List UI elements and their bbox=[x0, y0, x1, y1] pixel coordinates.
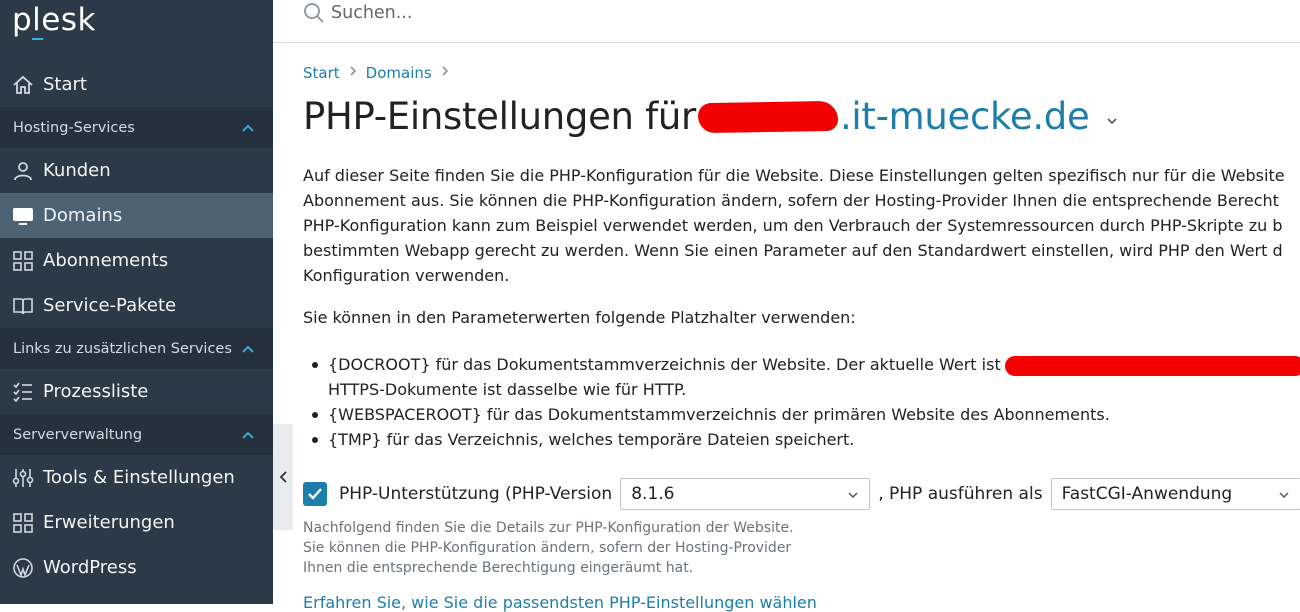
sidebar-item-abonnements[interactable]: Abonnements bbox=[0, 238, 273, 283]
sidebar-item-prozessliste[interactable]: Prozessliste bbox=[0, 369, 273, 414]
list-check-icon bbox=[12, 381, 34, 403]
help-line: Ihnen die entsprechende Berechtigung ein… bbox=[303, 560, 694, 576]
sidebar: plesk Start Hosting-Services Kunden Doma… bbox=[0, 0, 273, 604]
chevron-up-icon bbox=[242, 124, 254, 132]
chevron-down-icon bbox=[848, 492, 858, 499]
book-icon bbox=[12, 295, 34, 317]
monitor-icon bbox=[12, 205, 34, 227]
section-label: Serververwaltung bbox=[13, 426, 143, 443]
chevron-left-icon bbox=[279, 471, 287, 483]
help-line: Nachfolgend finden Sie die Details zur P… bbox=[303, 520, 794, 536]
extensions-icon bbox=[12, 512, 34, 534]
sidebar-item-label: Start bbox=[43, 74, 87, 95]
bullet-dot bbox=[312, 412, 318, 418]
php-handler-value: FastCGI-Anwendung bbox=[1061, 484, 1233, 504]
description-line: PHP-Konfiguration kann zum Beispiel verw… bbox=[303, 216, 1283, 235]
chevron-right-icon bbox=[441, 65, 449, 81]
sidebar-item-label: Abonnements bbox=[43, 250, 169, 271]
sliders-icon bbox=[12, 467, 34, 489]
description-line: Auf dieser Seite finden Sie die PHP-Konf… bbox=[303, 166, 1285, 185]
php-support-checkbox[interactable] bbox=[303, 482, 327, 506]
sidebar-item-label: Prozessliste bbox=[43, 381, 149, 402]
php-run-as-label: , PHP ausführen als bbox=[878, 484, 1043, 504]
sidebar-item-kunden[interactable]: Kunden bbox=[0, 148, 273, 193]
sidebar-item-label: Erweiterungen bbox=[43, 512, 175, 533]
php-help-text: Nachfolgend finden Sie die Details zur P… bbox=[303, 518, 794, 578]
description-line: bestimmten Webapp gerecht zu werden. Wen… bbox=[303, 241, 1283, 260]
search-input[interactable] bbox=[331, 0, 931, 26]
sidebar-collapse-button[interactable] bbox=[273, 424, 293, 530]
breadcrumb: Start Domains bbox=[303, 64, 458, 82]
sidebar-item-label: Kunden bbox=[43, 160, 111, 181]
list-item: {DOCROOT} für das Dokumentstammverzeichn… bbox=[303, 352, 1300, 402]
redaction-mark bbox=[697, 100, 839, 133]
logo-underline bbox=[32, 38, 43, 40]
learn-more-link[interactable]: Erfahren Sie, wie Sie die passendsten PH… bbox=[303, 593, 817, 612]
top-search-bar bbox=[273, 0, 1300, 43]
list-item: {TMP} für das Verzeichnis, welches tempo… bbox=[303, 427, 1300, 452]
section-hosting-services[interactable]: Hosting-Services bbox=[0, 107, 273, 148]
sidebar-item-erweiterungen[interactable]: Erweiterungen bbox=[0, 500, 273, 545]
bullet-dot bbox=[312, 437, 318, 443]
description-line: Abonnement aus. Sie können die PHP-Konfi… bbox=[303, 191, 1279, 210]
section-links-services[interactable]: Links zu zusätzlichen Services bbox=[0, 328, 273, 369]
chevron-right-icon bbox=[349, 65, 357, 81]
sidebar-item-domains[interactable]: Domains bbox=[0, 193, 273, 238]
title-prefix: PHP-Einstellungen für bbox=[303, 95, 696, 138]
section-serververwaltung[interactable]: Serververwaltung bbox=[0, 414, 273, 455]
chevron-down-icon bbox=[1279, 492, 1289, 499]
sidebar-item-label: Service-Pakete bbox=[43, 295, 177, 316]
title-domain[interactable]: .it-muecke.de bbox=[840, 95, 1090, 138]
placeholder-list: {DOCROOT} für das Dokumentstammverzeichn… bbox=[303, 352, 1300, 452]
redaction-mark bbox=[1004, 355, 1300, 376]
bullet-dot bbox=[312, 362, 318, 368]
chevron-down-icon[interactable] bbox=[1105, 114, 1119, 128]
sidebar-item-label: WordPress bbox=[43, 557, 137, 578]
sidebar-item-start[interactable]: Start bbox=[0, 62, 273, 107]
section-label: Hosting-Services bbox=[13, 119, 135, 136]
grid-icon bbox=[12, 250, 34, 272]
sidebar-item-service-pakete[interactable]: Service-Pakete bbox=[0, 283, 273, 328]
plesk-logo[interactable]: plesk bbox=[12, 2, 96, 40]
wordpress-icon bbox=[12, 557, 34, 579]
help-line: Sie können die PHP-Konfiguration ändern,… bbox=[303, 540, 792, 556]
php-support-label: PHP-Unterstützung (PHP-Version bbox=[339, 484, 613, 504]
chevron-up-icon bbox=[242, 345, 254, 353]
docroot-text-continued: HTTPS-Dokumente ist dasselbe wie für HTT… bbox=[328, 380, 687, 399]
php-version-value: 8.1.6 bbox=[631, 484, 675, 504]
php-support-row: PHP-Unterstützung (PHP-Version 8.1.6 , P… bbox=[303, 476, 1300, 512]
logo-text: plesk bbox=[12, 2, 96, 38]
user-icon bbox=[12, 160, 34, 182]
placeholder-intro: Sie können in den Parameterwerten folgen… bbox=[303, 308, 856, 327]
checkmark-icon bbox=[308, 488, 322, 500]
sidebar-item-wordpress[interactable]: WordPress bbox=[0, 545, 273, 590]
page-title: PHP-Einstellungen für .it-muecke.de bbox=[303, 95, 1119, 138]
description-text: Auf dieser Seite finden Sie die PHP-Konf… bbox=[303, 163, 1300, 288]
sidebar-item-tools[interactable]: Tools & Einstellungen bbox=[0, 455, 273, 500]
docroot-text: {DOCROOT} für das Dokumentstammverzeichn… bbox=[328, 355, 1001, 374]
sidebar-item-label: Domains bbox=[43, 205, 123, 226]
description-line: Konfiguration verwenden. bbox=[303, 266, 510, 285]
tmp-text: {TMP} für das Verzeichnis, welches tempo… bbox=[328, 430, 855, 449]
sidebar-item-label: Tools & Einstellungen bbox=[43, 467, 235, 488]
php-handler-select[interactable]: FastCGI-Anwendung bbox=[1050, 478, 1300, 510]
home-icon bbox=[12, 74, 34, 96]
breadcrumb-start[interactable]: Start bbox=[303, 64, 340, 82]
search-icon[interactable] bbox=[302, 1, 326, 25]
list-item: {WEBSPACEROOT} für das Dokumentstammverz… bbox=[303, 402, 1300, 427]
chevron-up-icon bbox=[242, 431, 254, 439]
section-label: Links zu zusätzlichen Services bbox=[13, 340, 232, 357]
webspaceroot-text: {WEBSPACEROOT} für das Dokumentstammverz… bbox=[328, 405, 1110, 424]
php-version-select[interactable]: 8.1.6 bbox=[620, 478, 871, 510]
breadcrumb-domains[interactable]: Domains bbox=[366, 64, 432, 82]
